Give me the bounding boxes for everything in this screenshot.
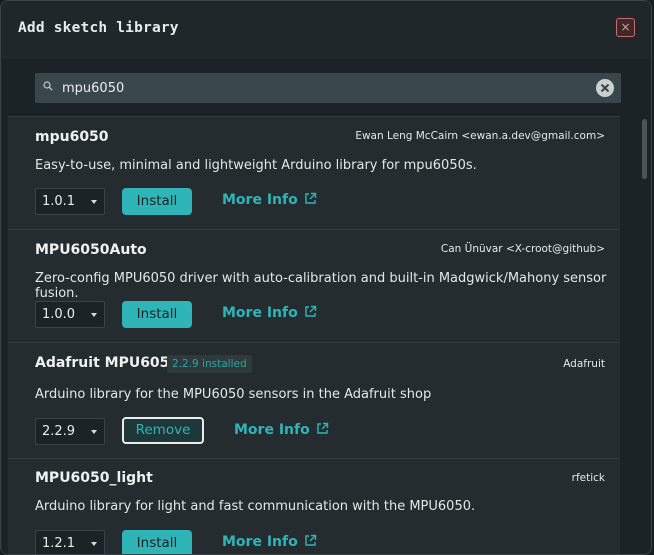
library-item: MPU6050_light rfetick Arduino library fo… — [8, 458, 620, 554]
version-select[interactable]: 2.2.9 — [35, 418, 105, 445]
chevron-down-icon — [91, 430, 97, 434]
more-info-label: More Info — [222, 534, 298, 550]
library-description: Zero-config MPU6050 driver with auto-cal… — [35, 271, 607, 301]
close-icon: × — [620, 20, 631, 34]
library-item: Adafruit MPU6050 2.2.9 installed Adafrui… — [8, 342, 620, 458]
library-name: MPU6050Auto — [35, 242, 147, 258]
search-input[interactable] — [62, 73, 582, 103]
more-info-label: More Info — [222, 305, 298, 321]
dialog-title: Add sketch library — [18, 20, 179, 36]
external-link-icon — [305, 305, 316, 317]
library-author: Ewan Leng McCairn <ewan.a.dev@gmail.com> — [355, 130, 605, 142]
external-link-icon — [317, 422, 328, 434]
more-info-label: More Info — [234, 422, 310, 438]
version-select[interactable]: 1.2.1 — [35, 530, 105, 554]
library-name: Adafruit MPU6050 — [35, 355, 180, 371]
search-icon — [43, 81, 53, 91]
version-value: 2.2.9 — [42, 424, 76, 439]
version-value: 1.2.1 — [42, 536, 76, 551]
library-description: Arduino library for light and fast commu… — [35, 499, 476, 514]
install-button[interactable]: Install — [122, 188, 192, 215]
chevron-down-icon — [91, 313, 97, 317]
library-name: mpu6050 — [35, 129, 109, 145]
search-bar[interactable] — [35, 73, 621, 103]
install-button[interactable]: Install — [122, 301, 192, 328]
clear-search-button[interactable] — [596, 79, 614, 97]
install-button[interactable]: Install — [122, 530, 192, 554]
clear-circle-icon — [600, 83, 610, 93]
more-info-link[interactable]: More Info — [222, 192, 317, 208]
dialog-body: mpu6050 Ewan Leng McCairn <ewan.a.dev@gm… — [2, 59, 651, 554]
library-list[interactable]: mpu6050 Ewan Leng McCairn <ewan.a.dev@gm… — [2, 116, 638, 554]
more-info-link[interactable]: More Info — [222, 534, 317, 550]
list-scrollbar[interactable] — [642, 119, 647, 179]
version-select[interactable]: 1.0.0 — [35, 301, 105, 328]
close-button[interactable]: × — [616, 18, 635, 37]
more-info-link[interactable]: More Info — [222, 305, 317, 321]
version-value: 1.0.1 — [42, 194, 76, 209]
more-info-link[interactable]: More Info — [234, 422, 329, 438]
version-value: 1.0.0 — [42, 307, 76, 322]
library-author: Adafruit — [563, 358, 605, 370]
more-info-label: More Info — [222, 192, 298, 208]
version-select[interactable]: 1.0.1 — [35, 188, 105, 215]
remove-button[interactable]: Remove — [122, 417, 204, 444]
add-library-dialog: Add sketch library × mpu6050 Ewan Len — [0, 0, 652, 555]
chevron-down-icon — [91, 542, 97, 546]
library-author: Can Ünüvar <X-croot@github> — [440, 243, 605, 255]
installed-badge: 2.2.9 installed — [167, 355, 252, 373]
library-item: mpu6050 Ewan Leng McCairn <ewan.a.dev@gm… — [8, 116, 620, 229]
chevron-down-icon — [91, 200, 97, 204]
library-author: rfetick — [571, 472, 605, 484]
library-item: MPU6050Auto Can Ünüvar <X-croot@github> … — [8, 229, 620, 342]
library-description: Arduino library for the MPU6050 sensors … — [35, 387, 432, 402]
external-link-icon — [305, 534, 316, 546]
dialog-titlebar: Add sketch library × — [1, 1, 651, 59]
library-name: MPU6050_light — [35, 470, 153, 486]
external-link-icon — [305, 192, 316, 204]
library-description: Easy-to-use, minimal and lightweight Ard… — [35, 158, 477, 173]
